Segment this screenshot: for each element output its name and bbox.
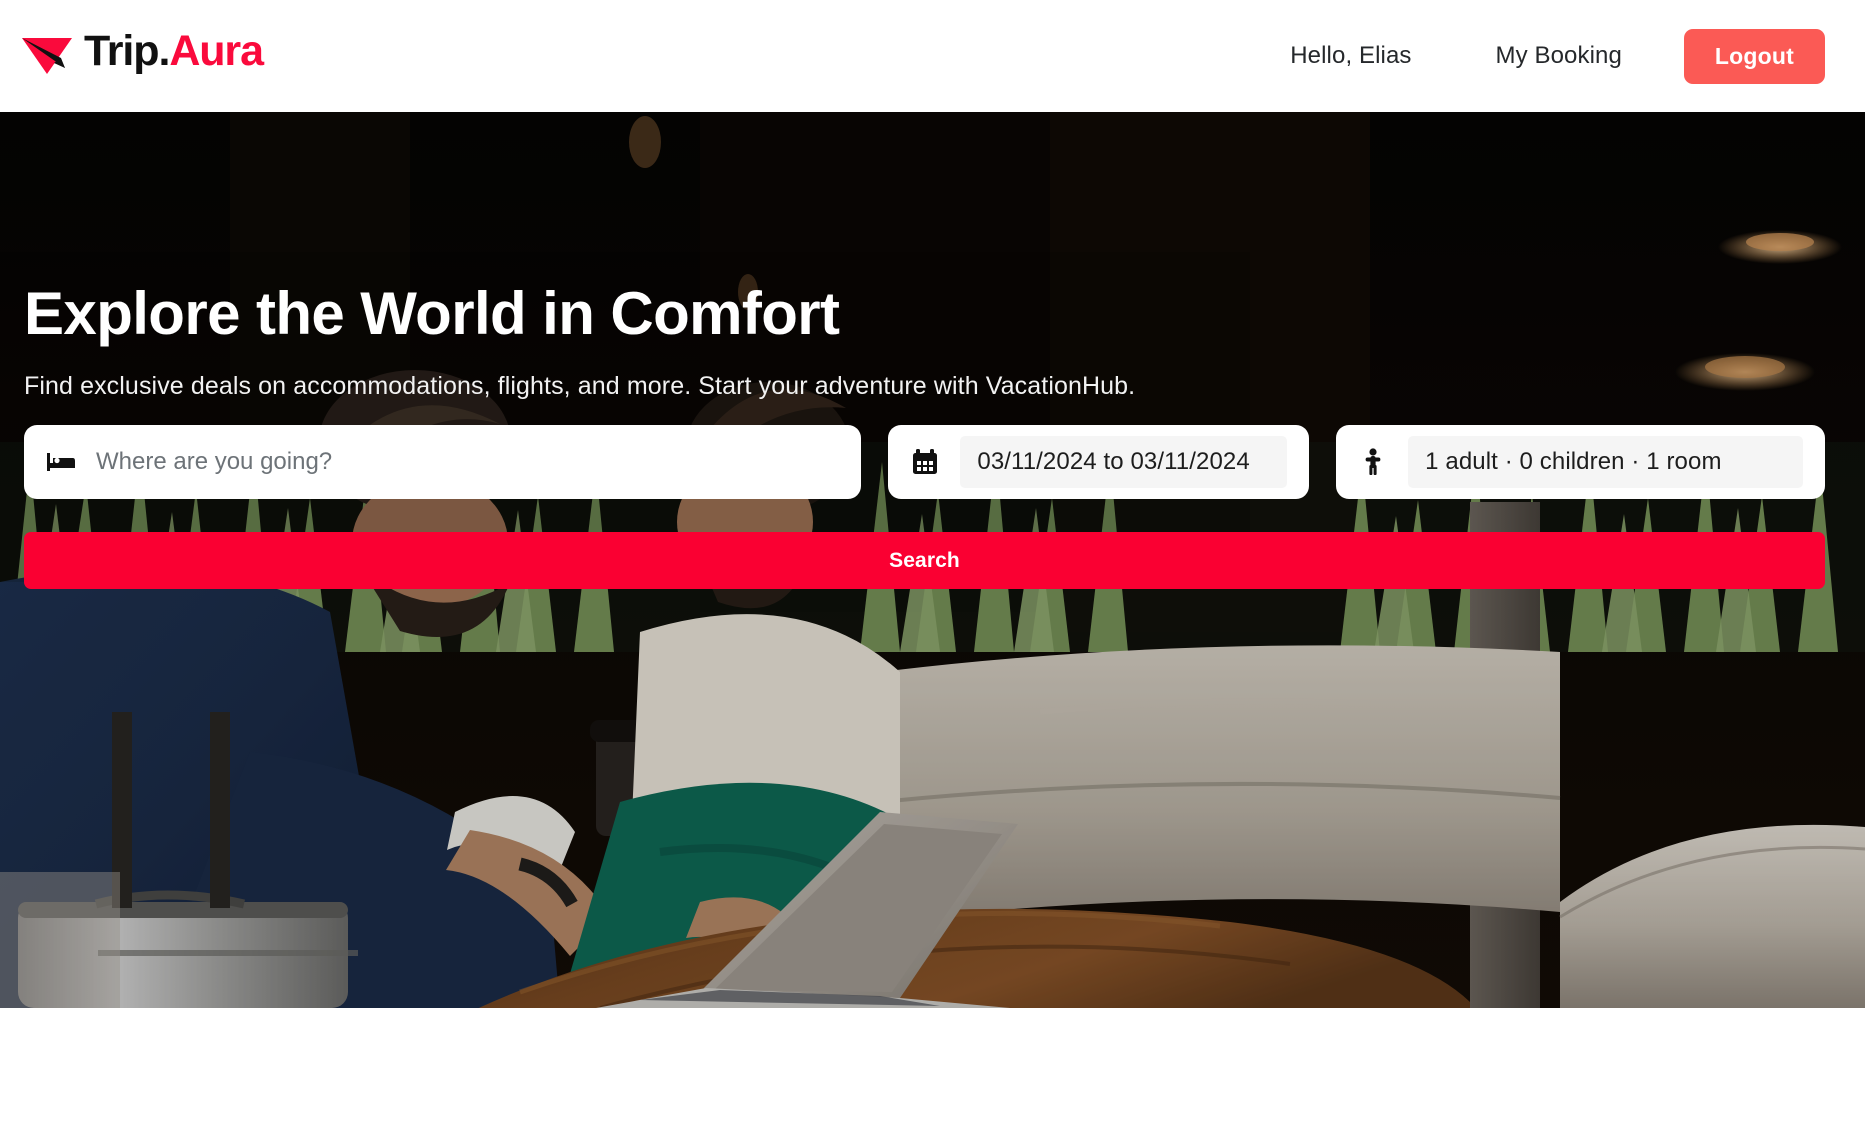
brand-name-accent: Aura <box>169 26 264 75</box>
guests-field[interactable]: 1 adult · 0 children · 1 room <box>1336 425 1825 499</box>
site-header: Trip.Aura Hello, Elias My Booking Logout <box>0 0 1865 112</box>
header-nav: Hello, Elias My Booking Logout <box>1248 0 1825 112</box>
search-bar: 03/11/2024 to 03/11/2024 1 adult · 0 chi… <box>24 425 1825 499</box>
nav-my-booking[interactable]: My Booking <box>1454 42 1664 70</box>
hero-section: Explore the World in Comfort Find exclus… <box>0 112 1865 1008</box>
person-icon <box>1358 447 1388 477</box>
paper-plane-icon <box>18 27 76 79</box>
page-title: Explore the World in Comfort <box>24 280 840 347</box>
brand-wordmark: Trip.Aura <box>84 26 264 77</box>
brand-name-dot: . <box>158 26 170 75</box>
search-button[interactable]: Search <box>24 532 1825 589</box>
brand-name-primary: Trip <box>84 26 160 75</box>
guests-value[interactable]: 1 adult · 0 children · 1 room <box>1408 436 1803 488</box>
date-range-value[interactable]: 03/11/2024 to 03/11/2024 <box>960 436 1288 488</box>
page-body-below-hero <box>0 1008 1865 1122</box>
destination-field[interactable] <box>24 425 862 499</box>
nav-greeting[interactable]: Hello, Elias <box>1248 42 1453 70</box>
logout-button[interactable]: Logout <box>1683 28 1825 84</box>
calendar-icon <box>910 447 940 477</box>
dates-field[interactable]: 03/11/2024 to 03/11/2024 <box>888 425 1310 499</box>
destination-input[interactable] <box>96 439 840 485</box>
bed-icon <box>46 447 76 477</box>
hero-copy: Explore the World in Comfort Find exclus… <box>24 282 1834 401</box>
hero-subtitle: Find exclusive deals on accommodations, … <box>24 372 1136 400</box>
brand-logo[interactable]: Trip.Aura <box>18 18 264 88</box>
